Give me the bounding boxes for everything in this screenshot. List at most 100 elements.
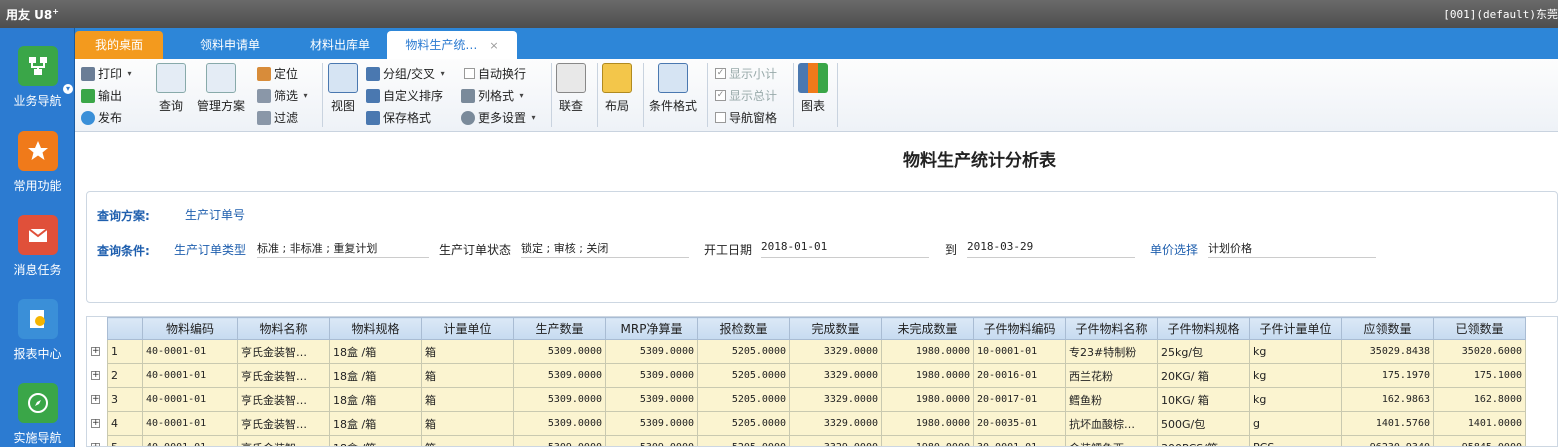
filter-button[interactable]: 筛选 ▾ <box>257 87 308 104</box>
row-number[interactable]: 5 <box>107 435 143 446</box>
save-format-button[interactable]: 保存格式 <box>366 109 431 126</box>
table-cell[interactable]: 1401.5760 <box>1341 411 1434 436</box>
table-row[interactable]: 4 40-0001-01 亨氏金装智… 18盒 /箱箱 5309.0000 5309.00… <box>107 411 1526 436</box>
tab-material-stats[interactable]: 物料生产统… × <box>387 31 517 59</box>
table-cell[interactable]: 18盒 /箱 <box>329 339 422 364</box>
table-cell[interactable]: 175.1970 <box>1341 363 1434 388</box>
filter2-button[interactable]: 过滤 <box>257 109 298 126</box>
table-cell[interactable]: 5309.0000 <box>513 339 606 364</box>
expand-row-icon[interactable]: + <box>91 443 100 446</box>
locate-button[interactable]: 定位 <box>257 65 298 82</box>
table-cell[interactable]: 箱 <box>421 411 514 436</box>
custom-sort-button[interactable]: 自定义排序 <box>366 87 443 104</box>
table-cell[interactable]: 1980.0000 <box>881 339 974 364</box>
table-cell[interactable]: 箱 <box>421 387 514 412</box>
table-cell[interactable]: 20-0017-01 <box>973 387 1066 412</box>
table-cell[interactable]: 10KG/ 箱 <box>1157 387 1250 412</box>
end-date-field[interactable]: 2018-03-29 <box>967 240 1135 258</box>
print-button[interactable]: 打印 ▾ <box>81 65 132 82</box>
tab-desktop[interactable]: 我的桌面 <box>75 31 163 59</box>
table-cell[interactable]: 抗坏血酸棕… <box>1065 411 1158 436</box>
table-cell[interactable]: 1980.0000 <box>881 363 974 388</box>
chevron-down-icon[interactable]: ▾ <box>63 84 73 94</box>
table-cell[interactable]: 亨氏金装智… <box>237 363 330 388</box>
order-status-field[interactable]: 锁定 ; 审核 ; 关闭 <box>521 240 689 258</box>
table-cell[interactable]: 96230.9340 <box>1341 435 1434 446</box>
column-header[interactable]: 完成数量 <box>789 317 882 340</box>
table-cell[interactable]: 箱 <box>421 435 514 446</box>
table-cell[interactable]: 40-0001-01 <box>142 435 238 446</box>
price-select-field[interactable]: 计划价格 <box>1208 240 1376 258</box>
column-header[interactable]: 生产数量 <box>513 317 606 340</box>
table-cell[interactable]: 175.1000 <box>1433 363 1526 388</box>
tab-material-out[interactable]: 材料出库单 <box>285 31 395 59</box>
close-icon[interactable]: × <box>489 32 498 60</box>
table-cell[interactable]: 5309.0000 <box>513 387 606 412</box>
expand-row-icon[interactable]: + <box>91 347 100 356</box>
column-header[interactable]: 物料名称 <box>237 317 330 340</box>
table-cell[interactable]: 5205.0000 <box>697 387 790 412</box>
table-cell[interactable]: 亨氏金装智… <box>237 435 330 446</box>
table-cell[interactable]: 3329.0000 <box>789 339 882 364</box>
table-cell[interactable]: 5205.0000 <box>697 339 790 364</box>
table-row[interactable]: 2 40-0001-01 亨氏金装智… 18盒 /箱箱 5309.0000 5309.00… <box>107 363 1526 388</box>
table-cell[interactable]: 18盒 /箱 <box>329 435 422 446</box>
column-header[interactable]: MRP净算量 <box>605 317 698 340</box>
nav-favorites[interactable]: 常用功能 <box>0 131 75 194</box>
table-cell[interactable]: 专23#特制粉 <box>1065 339 1158 364</box>
nav-reports[interactable]: 报表中心 <box>0 299 75 362</box>
table-cell[interactable]: kg <box>1249 387 1342 412</box>
table-cell[interactable]: 300PCS/箱 <box>1157 435 1250 446</box>
table-cell[interactable]: 5205.0000 <box>697 411 790 436</box>
more-settings-button[interactable]: 更多设置 ▾ <box>461 109 536 126</box>
start-date-field[interactable]: 2018-01-01 <box>761 240 929 258</box>
table-cell[interactable]: 162.8000 <box>1433 387 1526 412</box>
query-button[interactable]: 查询 <box>155 63 187 114</box>
row-number[interactable]: 3 <box>107 387 143 412</box>
order-type-field[interactable]: 标准 ; 非标准 ; 重复计划 <box>257 240 429 258</box>
chart-button[interactable]: 图表 <box>797 63 829 114</box>
table-cell[interactable]: 3329.0000 <box>789 387 882 412</box>
table-cell[interactable]: kg <box>1249 339 1342 364</box>
table-cell[interactable]: 5309.0000 <box>513 411 606 436</box>
table-cell[interactable]: g <box>1249 411 1342 436</box>
column-header[interactable]: 应领数量 <box>1341 317 1434 340</box>
publish-button[interactable]: 发布 <box>81 109 122 126</box>
expand-row-icon[interactable]: + <box>91 419 100 428</box>
table-cell[interactable]: 亨氏金装智… <box>237 411 330 436</box>
table-cell[interactable]: 5309.0000 <box>605 387 698 412</box>
nav-messages[interactable]: 消息任务 <box>0 215 75 278</box>
table-cell[interactable]: 5309.0000 <box>513 435 606 446</box>
column-header[interactable]: 子件物料规格 <box>1157 317 1250 340</box>
column-header[interactable]: 物料规格 <box>329 317 422 340</box>
table-cell[interactable]: 5309.0000 <box>605 435 698 446</box>
table-row[interactable]: 1 40-0001-01 亨氏金装智… 18盒 /箱箱 5309.0000 5309.00… <box>107 339 1526 364</box>
table-row[interactable]: 3 40-0001-01 亨氏金装智… 18盒 /箱箱 5309.0000 5309.00… <box>107 387 1526 412</box>
table-cell[interactable]: 30-0001-01 <box>973 435 1066 446</box>
table-cell[interactable]: 18盒 /箱 <box>329 411 422 436</box>
column-header[interactable]: 报检数量 <box>697 317 790 340</box>
table-cell[interactable]: 40-0001-01 <box>142 387 238 412</box>
table-cell[interactable]: 18盒 /箱 <box>329 363 422 388</box>
table-cell[interactable]: 亨氏金装智… <box>237 339 330 364</box>
table-cell[interactable]: 箱 <box>421 363 514 388</box>
tab-requisition[interactable]: 领料申请单 <box>175 31 285 59</box>
table-cell[interactable]: 1980.0000 <box>881 435 974 446</box>
nav-implementation[interactable]: 实施导航 <box>0 383 75 446</box>
table-cell[interactable]: kg <box>1249 363 1342 388</box>
show-total-checkbox[interactable]: ✓ 显示总计 <box>715 87 777 104</box>
table-cell[interactable]: 3329.0000 <box>789 411 882 436</box>
group-cross-button[interactable]: 分组/交叉 ▾ <box>366 65 445 82</box>
row-number[interactable]: 1 <box>107 339 143 364</box>
table-cell[interactable]: 5309.0000 <box>605 411 698 436</box>
column-header[interactable]: 子件物料编码 <box>973 317 1066 340</box>
table-cell[interactable]: 5205.0000 <box>697 363 790 388</box>
table-row[interactable]: 540-0001-01亨氏金装智…18盒 /箱箱5309.00005309.00… <box>107 435 1526 446</box>
table-cell[interactable]: 35029.8438 <box>1341 339 1434 364</box>
condition-format-button[interactable]: 条件格式 <box>647 63 699 114</box>
auto-wrap-checkbox[interactable]: 自动换行 <box>464 65 526 82</box>
column-header[interactable]: 子件计量单位 <box>1249 317 1342 340</box>
table-cell[interactable]: 95845.0000 <box>1433 435 1526 446</box>
column-header[interactable]: 未完成数量 <box>881 317 974 340</box>
view-button[interactable]: 视图 <box>327 63 359 114</box>
